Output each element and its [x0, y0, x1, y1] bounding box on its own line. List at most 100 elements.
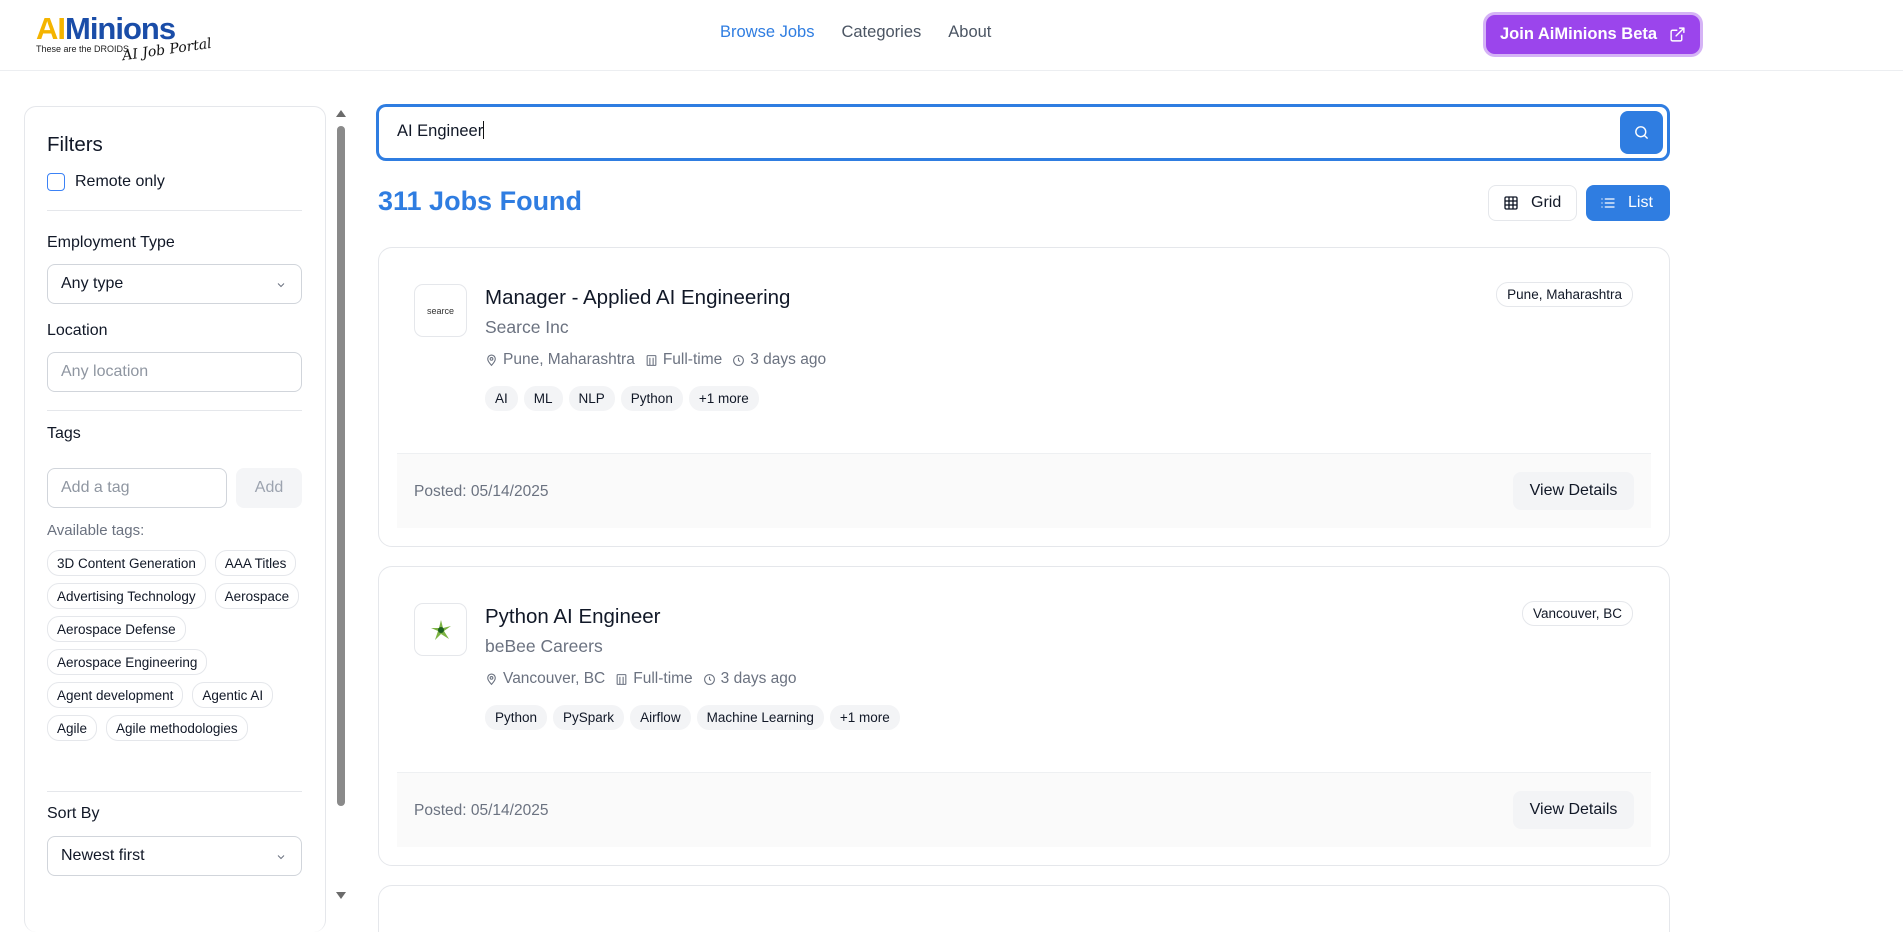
bebee-logo-icon [430, 619, 451, 640]
top-header: AIMinions These are the DROIDS AI Job Po… [0, 0, 1903, 71]
building-icon [616, 673, 627, 685]
job-type: Full-time [615, 670, 693, 688]
job-tag: ML [523, 386, 563, 411]
location-input[interactable] [47, 352, 302, 392]
tag-input[interactable] [47, 468, 227, 508]
building-icon [646, 354, 657, 366]
nav-browse-jobs[interactable]: Browse Jobs [720, 23, 814, 42]
tag-chip[interactable]: AAA Titles [214, 550, 297, 576]
logo-tagline: These are the DROIDS [36, 44, 130, 54]
sort-by-label: Sort By [47, 805, 100, 822]
main-nav: Browse Jobs Categories About [720, 23, 991, 42]
job-search-bar[interactable]: AI Engineer [376, 104, 1670, 161]
job-location: Vancouver, BC [485, 670, 605, 688]
list-icon [1601, 198, 1615, 208]
job-card[interactable] [378, 885, 1670, 932]
job-location: Pune, Maharashtra [485, 351, 635, 369]
tag-chip[interactable]: Aerospace Engineering [47, 649, 208, 675]
scroll-up-arrow[interactable] [336, 110, 346, 117]
grid-view-label: Grid [1531, 194, 1562, 211]
posted-date: Posted: 05/14/2025 [414, 802, 549, 819]
sort-by-value: Newest first [61, 847, 145, 864]
tag-chip[interactable]: Agent development [47, 682, 184, 708]
map-pin-icon [487, 354, 496, 366]
divider [47, 410, 302, 411]
job-tag: AI [485, 386, 518, 411]
scroll-thumb[interactable] [337, 126, 345, 806]
employment-type-select[interactable]: Any type [47, 264, 302, 304]
grid-view-button[interactable]: Grid [1488, 185, 1577, 221]
company-logo [414, 603, 467, 656]
employment-type-label: Employment Type [47, 234, 175, 251]
tag-chip[interactable]: 3D Content Generation [47, 550, 206, 576]
search-icon [1635, 126, 1648, 139]
job-tags: AI ML NLP Python +1 more [485, 386, 759, 411]
card-footer: Posted: 05/14/2025 View Details [397, 453, 1651, 528]
location-label: Location [47, 322, 108, 339]
posted-date: Posted: 05/14/2025 [414, 483, 549, 500]
job-title[interactable]: Manager - Applied AI Engineering [485, 286, 790, 310]
job-card[interactable]: Python AI Engineer beBee Careers Vancouv… [378, 566, 1670, 866]
company-name: Searce Inc [485, 317, 569, 337]
job-tag: Airflow [630, 705, 691, 730]
filters-panel: Filters Remote only Employment Type Any … [24, 106, 326, 932]
tag-chip[interactable]: Advertising Technology [47, 583, 206, 609]
chevron-down-icon [277, 855, 285, 860]
job-age: 3 days ago [732, 351, 826, 369]
join-beta-button[interactable]: Join AiMinions Beta [1486, 15, 1700, 54]
tag-chip[interactable]: Agile methodologies [106, 715, 248, 741]
location-badge: Pune, Maharashtra [1496, 282, 1633, 307]
job-tag: Machine Learning [696, 705, 824, 730]
view-details-button[interactable]: View Details [1513, 791, 1634, 829]
chevron-down-icon [277, 283, 285, 288]
remote-only-label: Remote only [75, 173, 165, 190]
list-view-button[interactable]: List [1586, 185, 1670, 221]
nav-categories[interactable]: Categories [841, 23, 921, 42]
filters-title: Filters [47, 133, 103, 156]
clock-icon [733, 354, 745, 366]
available-tags-list: 3D Content Generation AAA Titles Adverti… [47, 550, 309, 741]
job-tag: Python [620, 386, 683, 411]
map-pin-icon [487, 673, 496, 685]
add-tag-button[interactable]: Add [236, 468, 302, 508]
job-card[interactable]: searce Manager - Applied AI Engineering … [378, 247, 1670, 547]
tag-chip[interactable]: Agile [47, 715, 98, 741]
job-meta: Vancouver, BC Full-time 3 days ago [485, 670, 797, 688]
clock-icon [703, 673, 715, 685]
scroll-down-arrow[interactable] [336, 892, 346, 899]
view-details-button[interactable]: View Details [1513, 472, 1634, 510]
job-age: 3 days ago [703, 670, 797, 688]
tag-chip[interactable]: Aerospace [214, 583, 300, 609]
job-tag: Python [485, 705, 548, 730]
tags-label: Tags [47, 425, 81, 442]
tag-chip[interactable]: Aerospace Defense [47, 616, 186, 642]
job-tags: Python PySpark Airflow Machine Learning … [485, 705, 900, 730]
company-name: beBee Careers [485, 636, 603, 656]
employment-type-value: Any type [61, 275, 124, 292]
more-tags: +1 more [829, 705, 900, 730]
tag-chip[interactable]: Agentic AI [192, 682, 274, 708]
search-input[interactable]: AI Engineer [397, 121, 485, 141]
card-footer: Posted: 05/14/2025 View Details [397, 772, 1651, 847]
grid-icon [1504, 196, 1518, 210]
results-count: 311 Jobs Found [378, 186, 583, 216]
divider [47, 210, 302, 211]
nav-about[interactable]: About [948, 23, 991, 42]
logo-wordmark: AIMinions [36, 11, 176, 46]
location-badge: Vancouver, BC [1521, 601, 1633, 626]
company-logo: searce [414, 284, 467, 337]
remote-only-toggle[interactable]: Remote only [47, 173, 165, 191]
remote-only-checkbox[interactable] [47, 173, 65, 191]
more-tags: +1 more [688, 386, 759, 411]
available-tags-label: Available tags: [47, 522, 145, 539]
search-button[interactable] [1620, 111, 1663, 154]
sort-by-select[interactable]: Newest first [47, 836, 302, 876]
external-link-icon [1670, 27, 1685, 42]
divider [47, 791, 302, 792]
sidebar-scrollbar[interactable] [335, 106, 347, 906]
aiminions-logo[interactable]: AIMinions These are the DROIDS AI Job Po… [36, 10, 213, 66]
job-meta: Pune, Maharashtra Full-time 3 days ago [485, 351, 826, 369]
list-view-label: List [1628, 194, 1653, 211]
job-type: Full-time [645, 351, 722, 369]
job-title[interactable]: Python AI Engineer [485, 605, 661, 629]
